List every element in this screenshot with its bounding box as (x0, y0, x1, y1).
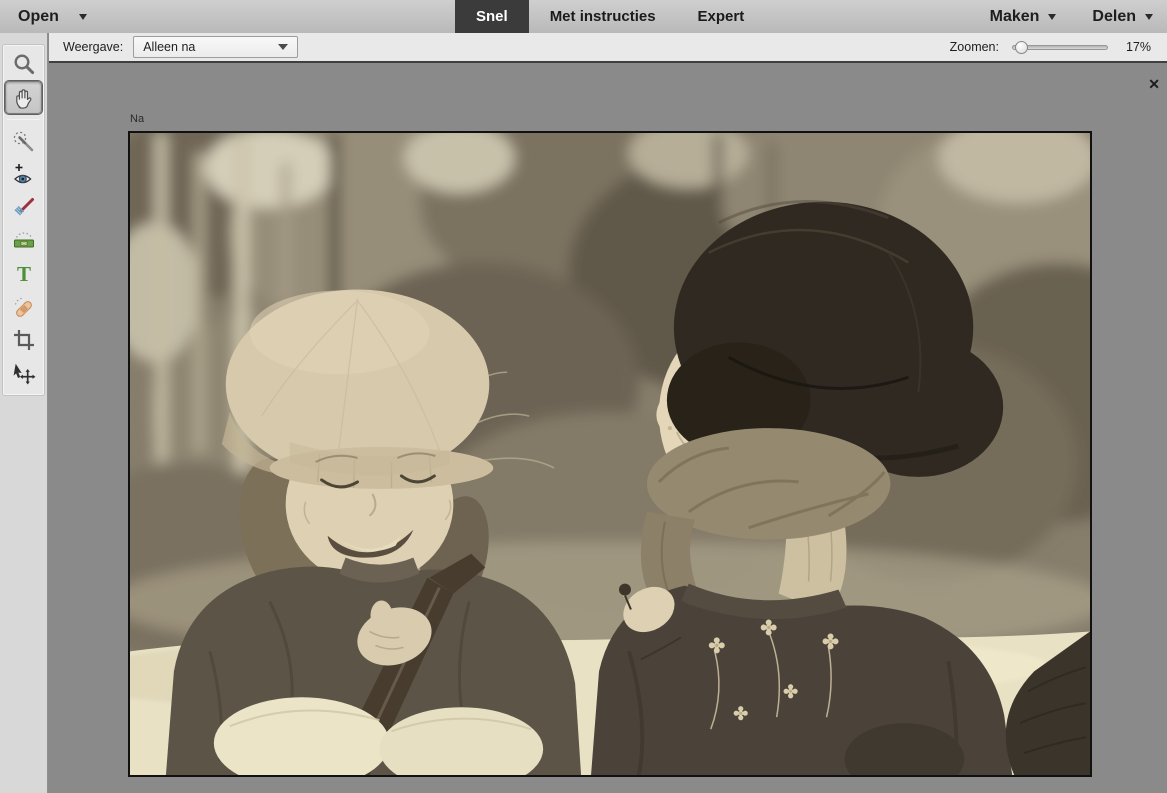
weergave-label: Weergave: (63, 40, 123, 54)
top-bar-right: Maken Delen (990, 0, 1153, 33)
canvas-area: ✕ Na (49, 65, 1167, 793)
photo-editor-window: Open Snel Met instructies Expert Maken D… (0, 0, 1167, 793)
red-eye-removal-tool-button[interactable] (5, 158, 42, 191)
top-bar: Open Snel Met instructies Expert Maken D… (0, 0, 1167, 33)
tab-snel[interactable]: Snel (455, 0, 529, 33)
zoom-slider-knob[interactable] (1015, 41, 1028, 54)
tab-expert[interactable]: Expert (677, 0, 766, 33)
crop-icon (12, 328, 36, 352)
zoom-value: 17% (1121, 40, 1151, 54)
delen-button[interactable]: Delen (1092, 8, 1153, 26)
chevron-down-icon (278, 44, 288, 55)
photo-illustration (130, 133, 1090, 775)
type-tool-button[interactable]: T (5, 257, 42, 290)
options-bar: Weergave: Alleen na Zoomen: 17% (49, 33, 1167, 63)
after-view-label: Na (130, 113, 144, 125)
chevron-down-icon (79, 14, 87, 24)
tool-divider (7, 119, 40, 120)
zoom-label: Zoomen: (950, 40, 999, 54)
maken-button[interactable]: Maken (990, 8, 1057, 26)
eye-plus-icon (12, 163, 36, 187)
hand-tool-button[interactable] (5, 81, 42, 114)
magic-wand-icon (12, 130, 36, 154)
zoom-control: Zoomen: 17% (950, 33, 1151, 61)
weergave-value: Alleen na (143, 40, 195, 54)
weergave-select[interactable]: Alleen na (133, 36, 298, 58)
tool-panel: T (2, 44, 45, 396)
move-arrow-icon (12, 361, 36, 385)
zoom-tool-button[interactable] (5, 48, 42, 81)
delen-label: Delen (1092, 8, 1136, 26)
open-label: Open (18, 8, 59, 26)
type-t-icon: T (12, 262, 36, 286)
bandage-icon (12, 295, 36, 319)
chevron-down-icon (1145, 14, 1153, 24)
weergave-group: Weergave: Alleen na (63, 33, 298, 61)
zoom-slider[interactable] (1012, 45, 1108, 50)
crop-tool-button[interactable] (5, 323, 42, 356)
whiten-teeth-tool-button[interactable] (5, 191, 42, 224)
svg-text:T: T (16, 262, 30, 286)
open-button[interactable]: Open (18, 0, 87, 33)
magnifier-icon (12, 53, 36, 77)
level-icon (12, 229, 36, 253)
quick-selection-tool-button[interactable] (5, 125, 42, 158)
maken-label: Maken (990, 8, 1040, 26)
tab-met-instructies[interactable]: Met instructies (529, 0, 677, 33)
hand-icon (12, 86, 36, 110)
after-photo[interactable] (128, 131, 1092, 777)
spot-healing-tool-button[interactable] (5, 290, 42, 323)
move-tool-button[interactable] (5, 356, 42, 389)
work-area: Weergave: Alleen na Zoomen: 17% ✕ Na (49, 33, 1167, 793)
mode-tabs: Snel Met instructies Expert (455, 0, 765, 33)
toothbrush-icon (12, 196, 36, 220)
tool-column: T (0, 33, 48, 793)
close-icon[interactable]: ✕ (1148, 77, 1160, 91)
straighten-tool-button[interactable] (5, 224, 42, 257)
chevron-down-icon (1048, 14, 1056, 24)
